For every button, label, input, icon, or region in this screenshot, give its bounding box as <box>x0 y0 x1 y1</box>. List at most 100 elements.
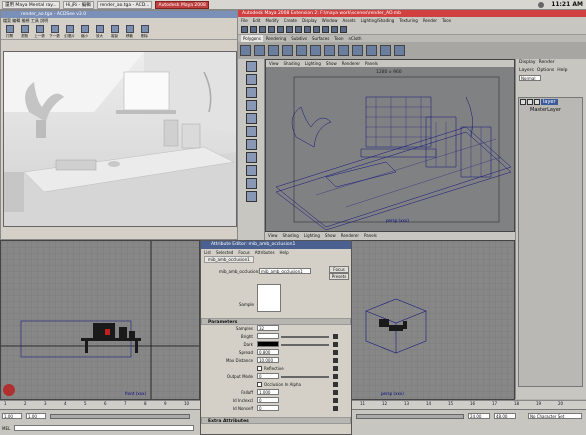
time-slider-right[interactable]: 11 12 13 14 15 16 17 18 19 20 24.00 48.0… <box>352 400 586 435</box>
maya-menu-toon[interactable]: Toon <box>442 17 451 25</box>
separate-icon[interactable] <box>338 45 349 56</box>
range-max-field[interactable]: 48.00 <box>494 413 516 419</box>
recycle-icon[interactable] <box>527 99 533 105</box>
shelf-tab-toon[interactable]: Toon <box>332 35 346 42</box>
extrude-icon[interactable] <box>352 45 363 56</box>
maya-menu-file[interactable]: File <box>241 17 248 25</box>
delete-button[interactable]: 刪除 <box>138 25 151 39</box>
poly-cylinder-icon[interactable] <box>268 45 279 56</box>
node-name-field[interactable]: mib_amb_occlusion1 <box>259 268 311 274</box>
playback-controls[interactable] <box>356 414 464 419</box>
presets-button[interactable]: Presets <box>329 273 349 280</box>
move-button[interactable]: 移動 <box>123 25 136 39</box>
zoom-in-button[interactable]: 放大 <box>93 25 106 39</box>
acdsee-menu-view[interactable]: 檢視 <box>22 18 30 23</box>
section-parameters[interactable]: Parameters <box>201 318 351 325</box>
acdsee-menu-edit[interactable]: 編輯 <box>12 18 20 23</box>
viewport-perspective[interactable]: View Shading Lighting Show Renderer Pane… <box>265 59 515 232</box>
open-scene-icon[interactable] <box>250 26 257 33</box>
layer-menu-help[interactable]: Help <box>557 67 567 75</box>
viewport-front[interactable]: front (xxx) <box>0 240 200 400</box>
smooth-icon[interactable] <box>394 45 405 56</box>
vp-menu-panels[interactable]: Panels <box>365 60 378 67</box>
slideshow-button[interactable]: 幻燈片 <box>63 25 76 39</box>
maya-menu-assets[interactable]: Assets <box>343 17 356 25</box>
layer-tab-display[interactable]: Display <box>519 59 536 67</box>
vp-menu-view[interactable]: View <box>269 60 279 67</box>
output-mode-field[interactable]: 0 <box>257 373 279 379</box>
open-button[interactable]: 打開 <box>3 25 16 39</box>
save-scene-icon[interactable] <box>259 26 266 33</box>
maya-menu-render[interactable]: Render <box>423 17 437 25</box>
shelf-tab-ncloth[interactable]: nCloth <box>346 35 364 42</box>
vp2-menu-show[interactable]: Show <box>325 232 336 240</box>
bright-swatch[interactable] <box>257 333 279 339</box>
poly-cone-icon[interactable] <box>282 45 293 56</box>
maya-menu-display[interactable]: Display <box>302 17 317 25</box>
combine-icon[interactable] <box>324 45 335 56</box>
falloff-field[interactable]: 1.000 <box>257 389 279 395</box>
four-view-icon[interactable] <box>245 178 257 189</box>
samples-field[interactable]: 32 <box>257 325 279 331</box>
dark-slider[interactable] <box>281 344 329 346</box>
move-tool-icon[interactable] <box>245 100 257 111</box>
select-hierarchy-icon[interactable] <box>268 26 275 33</box>
last-tool-icon[interactable] <box>245 152 257 163</box>
viewport-persp2[interactable]: persp (xxx) <box>350 240 515 400</box>
vp2-menu-shading[interactable]: Shading <box>283 232 299 240</box>
attr-node-tab[interactable]: mib_amb_occlusion1 <box>204 256 254 263</box>
zoom-out-button[interactable]: 縮小 <box>78 25 91 39</box>
attr-menu-help[interactable]: Help <box>280 249 289 256</box>
rotate-tool-icon[interactable] <box>245 113 257 124</box>
manipulator-icon[interactable] <box>245 139 257 150</box>
output-mode-map-icon[interactable] <box>333 374 338 379</box>
layer-menu-layers[interactable]: Layers <box>519 67 534 75</box>
paint-select-icon[interactable] <box>245 87 257 98</box>
browse-button[interactable]: 瀏覽 <box>18 25 31 39</box>
taskbar-item-maya[interactable]: Autodesk Maya 2008 <box>155 0 209 9</box>
layer-menu-options[interactable]: Options <box>537 67 554 75</box>
poly-cube-icon[interactable] <box>254 45 265 56</box>
ipr-render-icon[interactable] <box>331 26 338 33</box>
tray-icon[interactable] <box>538 2 544 8</box>
maya-menu-window[interactable]: Window <box>322 17 338 25</box>
focus-button[interactable]: Focus <box>329 266 349 273</box>
taskbar-item-forum[interactable]: Hi,jRi - 編輯 <box>62 0 94 9</box>
select-tool-icon[interactable] <box>245 61 257 72</box>
next-button[interactable]: 下一張 <box>48 25 61 39</box>
maya-menu-lighting[interactable]: Lighting/Shading <box>361 17 395 25</box>
attr-menu-list[interactable]: List <box>204 249 211 256</box>
dark-swatch[interactable] <box>257 341 279 347</box>
prev-button[interactable]: 上一張 <box>33 25 46 39</box>
max-distance-field[interactable]: 10.000 <box>257 357 279 363</box>
vp-menu-shading[interactable]: Shading <box>284 60 300 67</box>
snap-grid-icon[interactable] <box>295 26 302 33</box>
occlusion-alpha-checkbox[interactable] <box>257 382 262 387</box>
poly-sphere-icon[interactable] <box>240 45 251 56</box>
vp2-menu-panels[interactable]: Panels <box>364 232 377 240</box>
select-object-icon[interactable] <box>277 26 284 33</box>
reflective-map-icon[interactable] <box>333 366 338 371</box>
id-nonself-map-icon[interactable] <box>333 406 338 411</box>
camera-icon[interactable] <box>534 99 540 105</box>
poly-plane-icon[interactable] <box>296 45 307 56</box>
copy-button[interactable]: 複製 <box>108 25 121 39</box>
maya-menu-texturing[interactable]: Texturing <box>399 17 417 25</box>
character-set-select[interactable]: No Character Set <box>528 413 582 419</box>
bevel-icon[interactable] <box>380 45 391 56</box>
snap-point-icon[interactable] <box>313 26 320 33</box>
id-inclexcl-map-icon[interactable] <box>333 398 338 403</box>
bright-slider[interactable] <box>281 336 329 338</box>
vp-menu-show[interactable]: Show <box>326 60 337 67</box>
acdsee-menu-file[interactable]: 檔案 <box>3 18 11 23</box>
command-line-input[interactable] <box>14 425 194 431</box>
layout-icon[interactable] <box>245 191 257 202</box>
acdsee-menu-help[interactable]: 說明 <box>40 18 48 23</box>
attr-menu-focus[interactable]: Focus <box>238 249 249 256</box>
scale-tool-icon[interactable] <box>245 126 257 137</box>
maya-menu-edit[interactable]: Edit <box>253 17 261 25</box>
id-nonself-field[interactable]: 0 <box>257 405 279 411</box>
range-start-field[interactable]: 1.00 <box>2 413 22 419</box>
falloff-map-icon[interactable] <box>333 390 338 395</box>
snap-curve-icon[interactable] <box>304 26 311 33</box>
